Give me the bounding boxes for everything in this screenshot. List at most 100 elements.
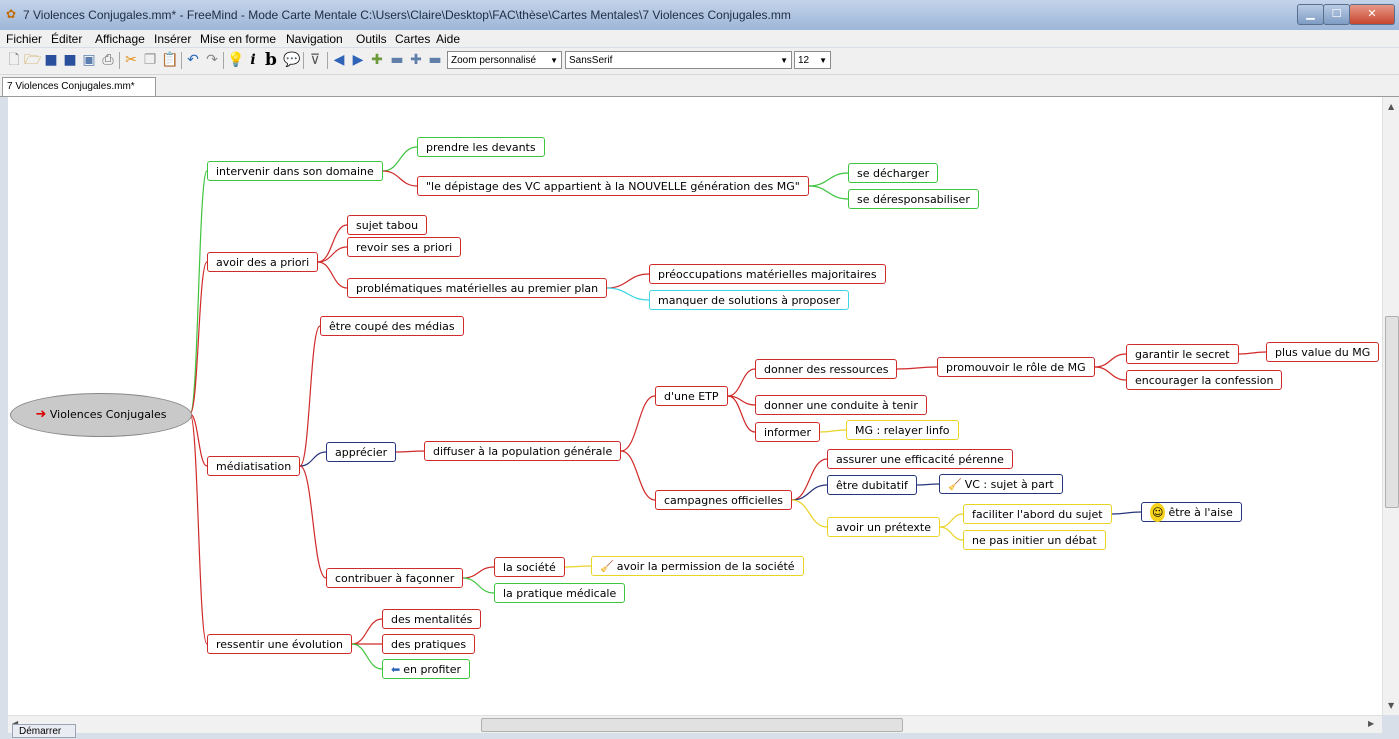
mindmap-node[interactable]: informer	[755, 422, 820, 442]
zoom-in-icon[interactable]: ✚	[408, 52, 424, 68]
mindmap-node[interactable]: la pratique médicale	[494, 583, 626, 603]
idea-bulb-icon[interactable]: 💡	[227, 52, 244, 68]
mindmap-edge	[382, 170, 418, 187]
scroll-right-icon[interactable]: ▶	[1368, 719, 1374, 728]
undo-icon[interactable]: ↶	[185, 52, 201, 68]
mindmap-edge	[1094, 353, 1127, 368]
toolbar-separator	[181, 52, 182, 69]
new-file-icon[interactable]: 🗋	[6, 52, 22, 68]
save-as-icon[interactable]: ■	[62, 52, 78, 68]
mindmap-node[interactable]: intervenir dans son domaine	[207, 161, 383, 181]
mindmap-node[interactable]: encourager la confession	[1126, 370, 1283, 390]
mindmap-node[interactable]: se déresponsabiliser	[848, 189, 979, 209]
mindmap-node-label: la société	[503, 561, 556, 574]
mindmap-node[interactable]: diffuser à la population générale	[424, 441, 622, 461]
paste-icon[interactable]: 📋	[161, 52, 178, 68]
mindmap-node[interactable]: plus value du MG	[1266, 342, 1380, 362]
cut-icon[interactable]: ✂	[123, 52, 139, 68]
mindmap-node[interactable]: donner une conduite à tenir	[755, 395, 927, 415]
mindmap-node[interactable]: apprécier	[326, 442, 397, 462]
add-node-icon[interactable]: ✚	[369, 52, 385, 68]
mindmap-node[interactable]: contribuer à façonner	[326, 568, 464, 588]
mindmap-node[interactable]: garantir le secret	[1126, 344, 1239, 364]
root-node[interactable]: ➜ Violences Conjugales	[10, 393, 192, 437]
mindmap-edge	[382, 146, 418, 172]
mindmap-node[interactable]: manquer de solutions à proposer	[649, 290, 850, 310]
vertical-scrollbar[interactable]: ▲ ▼	[1382, 97, 1399, 715]
mindmap-edge	[791, 458, 828, 501]
mindmap-node[interactable]: "le dépistage des VC appartient à la NOU…	[417, 176, 809, 196]
scroll-down-icon[interactable]: ▼	[1388, 701, 1394, 710]
mindmap-node[interactable]: ☺ être à l'aise	[1141, 502, 1242, 522]
mindmap-node[interactable]: avoir des a priori	[207, 252, 319, 272]
filter-icon[interactable]: ⊽	[307, 52, 323, 68]
menu-mise-en-forme[interactable]: Mise en forme	[200, 32, 276, 46]
menu-cartes[interactable]: Cartes	[395, 32, 430, 46]
bold-icon[interactable]: b	[263, 52, 279, 69]
mindmap-node[interactable]: la société	[494, 557, 565, 577]
vertical-scroll-thumb[interactable]	[1385, 316, 1399, 508]
mindmap-node[interactable]: d'une ETP	[655, 386, 728, 406]
menu-navigation[interactable]: Navigation	[286, 32, 343, 46]
save-icon[interactable]: ■	[43, 52, 59, 68]
scroll-up-icon[interactable]: ▲	[1388, 102, 1394, 111]
mindmap-node[interactable]: ne pas initier un débat	[963, 530, 1106, 550]
open-folder-icon[interactable]: 🗁	[24, 52, 41, 68]
menu-outils[interactable]: Outils	[356, 32, 387, 46]
close-button[interactable]: ✕	[1349, 4, 1395, 25]
mindmap-node[interactable]: des pratiques	[382, 634, 476, 654]
mindmap-node[interactable]: se décharger	[848, 163, 939, 183]
back-arrow-icon[interactable]: ◀	[331, 52, 347, 68]
mindmap-node[interactable]: 🧹 VC : sujet à part	[939, 474, 1063, 494]
menu-editer[interactable]: Éditer	[51, 32, 82, 46]
mindmap-node[interactable]: préoccupations matérielles majoritaires	[649, 264, 886, 284]
menu-affichage[interactable]: Affichage	[95, 32, 145, 46]
mindmap-node[interactable]: être coupé des médias	[320, 316, 464, 336]
mindmap-node[interactable]: prendre les devants	[417, 137, 545, 157]
font-size-select[interactable]: 12 ▼	[794, 51, 831, 69]
mindmap-node[interactable]: faciliter l'abord du sujet	[963, 504, 1112, 524]
zoom-fit-icon[interactable]: ▬	[427, 52, 443, 68]
mindmap-node[interactable]: médiatisation	[207, 456, 301, 476]
menu-inserer[interactable]: Insérer	[154, 32, 191, 46]
italic-icon[interactable]: i	[245, 52, 261, 68]
mindmap-node[interactable]: campagnes officielles	[655, 490, 793, 510]
mindmap-node-label: diffuser à la population générale	[433, 445, 613, 458]
redo-icon[interactable]: ↷	[204, 52, 220, 68]
mindmap-node[interactable]: MG : relayer linfo	[846, 420, 959, 440]
comment-icon[interactable]: 💬	[283, 52, 300, 68]
maximize-button[interactable]: ☐	[1323, 4, 1350, 25]
zoom-select[interactable]: Zoom personnalisé ▼	[447, 51, 562, 69]
mindmap-node[interactable]: donner des ressources	[755, 359, 898, 379]
zoom-out-icon[interactable]: ▬	[389, 52, 405, 68]
close-map-icon[interactable]: ▣	[81, 52, 97, 68]
horizontal-scroll-thumb[interactable]	[481, 718, 903, 732]
horizontal-scrollbar[interactable]: ◀ ▶	[8, 715, 1382, 733]
mindmap-node-label: sujet tabou	[356, 219, 419, 232]
mindmap-node[interactable]: avoir un prétexte	[827, 517, 941, 537]
mindmap-node[interactable]: sujet tabou	[347, 215, 428, 235]
mindmap-node[interactable]: des mentalités	[382, 609, 482, 629]
mindmap-node[interactable]: ressentir une évolution	[207, 634, 352, 654]
forward-arrow-icon[interactable]: ▶	[350, 52, 366, 68]
copy-icon[interactable]: ❐	[142, 52, 158, 68]
mindmap-node[interactable]: 🧹 avoir la permission de la société	[591, 556, 804, 576]
mindmap-node[interactable]: assurer une efficacité pérenne	[827, 449, 1013, 469]
mindmap-node[interactable]: promouvoir le rôle de MG	[937, 357, 1095, 377]
mindmap-node[interactable]: ⬅ en profiter	[382, 659, 470, 679]
mindmap-node[interactable]: revoir ses a priori	[347, 237, 462, 257]
mindmap-canvas[interactable]: ➜ Violences Conjugales intervenir dans so…	[8, 97, 1382, 715]
mindmap-node[interactable]: être dubitatif	[827, 475, 917, 495]
minimize-button[interactable]: ▁	[1297, 4, 1324, 25]
print-icon[interactable]: ⎙	[100, 52, 116, 68]
zoom-select-value: Zoom personnalisé	[451, 55, 537, 66]
mindmap-node[interactable]: problématiques matérielles au premier pl…	[347, 278, 608, 298]
tab-map[interactable]: 7 Violences Conjugales.mm*	[2, 77, 156, 96]
mindmap-node-label: campagnes officielles	[664, 494, 784, 507]
menu-fichier[interactable]: Fichier	[6, 32, 42, 46]
font-family-select[interactable]: SansSerif ▼	[565, 51, 792, 69]
window-title: 7 Violences Conjugales.mm* - FreeMind - …	[23, 8, 791, 22]
mindmap-node-label: apprécier	[335, 446, 388, 459]
menu-aide[interactable]: Aide	[436, 32, 460, 46]
mindmap-edge	[317, 246, 348, 263]
